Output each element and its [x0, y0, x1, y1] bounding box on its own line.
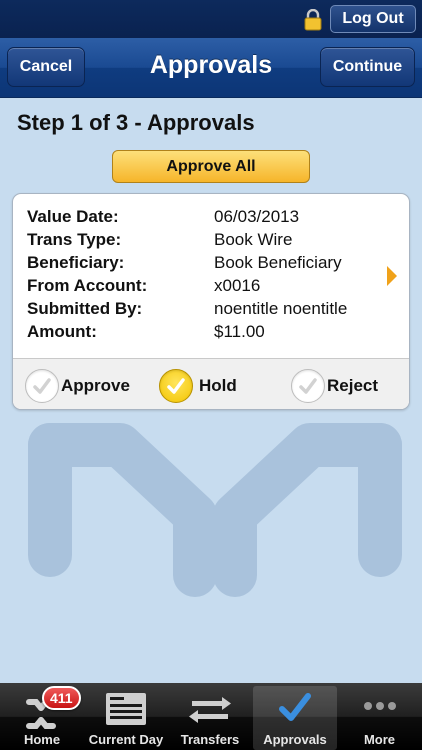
tab-label: Transfers — [180, 732, 240, 747]
approve-option[interactable]: Approve — [25, 368, 130, 404]
tab-bar: 411 Home Current Day Transfers Approvals — [0, 683, 422, 750]
transfer-arrows-icon — [189, 697, 231, 723]
decision-options: Approve Hold Reject — [13, 358, 409, 409]
detail-value: Book Wire — [214, 230, 293, 249]
approve-all-button[interactable]: Approve All — [112, 150, 310, 183]
tab-transfers[interactable]: Transfers — [168, 683, 252, 750]
transaction-details[interactable]: Value Date: 06/03/2013 Trans Type: Book … — [13, 194, 409, 359]
reject-option[interactable]: Reject — [291, 368, 378, 404]
detail-value: noentitle noentitle — [214, 299, 348, 318]
tab-label: Approvals — [263, 732, 327, 747]
checkmark-icon — [167, 378, 185, 394]
lock-icon — [304, 9, 322, 31]
detail-value: x0016 — [214, 276, 261, 295]
document-icon — [106, 693, 146, 725]
approve-radio[interactable] — [25, 369, 59, 403]
detail-row-trans-type: Trans Type: Book Wire — [13, 230, 409, 252]
approve-label: Approve — [61, 376, 130, 395]
tab-label: Home — [23, 732, 61, 747]
detail-value: 06/03/2013 — [214, 207, 300, 226]
chevron-right-icon[interactable] — [387, 266, 397, 286]
detail-label: Value Date: — [27, 207, 119, 226]
more-dots-icon — [364, 702, 396, 710]
cancel-button[interactable]: Cancel — [7, 47, 85, 87]
reject-label: Reject — [327, 376, 379, 395]
hold-radio[interactable] — [159, 369, 193, 403]
detail-row-from-account: From Account: x0016 — [13, 276, 409, 298]
detail-label: Beneficiary: — [27, 253, 125, 272]
notification-badge: 411 — [42, 686, 81, 710]
detail-row-beneficiary: Beneficiary: Book Beneficiary — [13, 253, 409, 275]
detail-row-value-date: Value Date: 06/03/2013 — [13, 207, 409, 229]
continue-button[interactable]: Continue — [320, 47, 415, 87]
top-strip: Log Out — [0, 0, 422, 38]
tab-more[interactable]: More — [337, 683, 422, 750]
detail-row-submitted-by: Submitted By: noentitle noentitle — [13, 299, 409, 321]
background-arrows-logo — [28, 423, 402, 597]
reject-radio[interactable] — [291, 369, 325, 403]
hold-label: Hold — [199, 376, 237, 395]
tab-label: More — [363, 732, 396, 747]
detail-value: $11.00 — [214, 322, 265, 341]
checkmark-icon — [33, 378, 51, 394]
step-title: Step 1 of 3 - Approvals — [17, 110, 255, 135]
hold-option[interactable]: Hold — [159, 368, 237, 404]
tab-current-day[interactable]: Current Day — [84, 683, 168, 750]
logout-button[interactable]: Log Out — [330, 5, 416, 33]
detail-value: Book Beneficiary — [214, 253, 342, 272]
tab-home[interactable]: 411 Home — [0, 683, 84, 750]
detail-label: Trans Type: — [27, 230, 122, 249]
navbar: Cancel Approvals Continue — [0, 38, 422, 98]
transaction-card[interactable]: Value Date: 06/03/2013 Trans Type: Book … — [12, 193, 410, 410]
detail-label: Amount: — [27, 322, 97, 341]
checkmark-icon — [299, 378, 317, 394]
tab-approvals[interactable]: Approvals — [253, 686, 337, 750]
page-title: Approvals — [149, 51, 273, 79]
detail-label: Submitted By: — [27, 299, 143, 318]
detail-row-amount: Amount: $11.00 — [13, 322, 409, 344]
tab-label: Current Day — [88, 732, 164, 747]
detail-label: From Account: — [27, 276, 148, 295]
checkmark-icon — [279, 693, 311, 721]
